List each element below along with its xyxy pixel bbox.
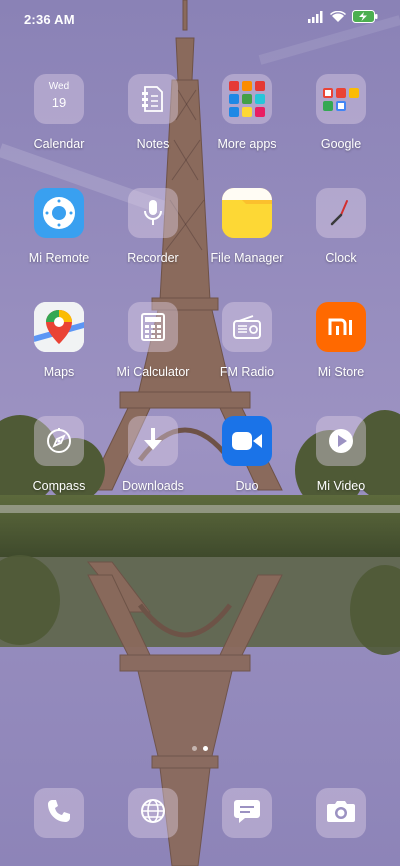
app-notes[interactable]: Notes [106,74,200,170]
app-label: More apps [217,137,277,151]
clock-icon [316,188,366,238]
message-icon [233,798,261,829]
globe-icon [140,798,166,829]
compass-icon [34,416,84,466]
remote-icon [34,188,84,238]
mi-logo-icon [316,302,366,352]
app-duo[interactable]: Duo [200,416,294,512]
app-mi-calculator[interactable]: Mi Calculator [106,302,200,398]
folder-icon [316,74,366,124]
dock-messages[interactable] [222,788,272,838]
app-label: Clock [325,251,357,265]
map-pin-icon [34,302,84,352]
app-label: Compass [32,479,86,493]
app-label: Mi Video [316,479,366,493]
calendar-day: Wed [48,81,70,92]
phone-icon [46,798,72,829]
app-label: Calendar [33,137,85,151]
app-label: Maps [43,365,75,379]
app-mi-remote[interactable]: Mi Remote [12,188,106,284]
folder-icon [222,188,272,238]
page-dot [192,746,197,751]
calculator-icon [128,302,178,352]
app-mi-store[interactable]: Mi Store [294,302,388,398]
app-label: Mi Calculator [116,365,190,379]
download-icon [128,416,178,466]
radio-icon [222,302,272,352]
app-fm-radio[interactable]: FM Radio [200,302,294,398]
app-label: Downloads [122,479,184,493]
app-folder-more-apps[interactable]: More apps [200,74,294,170]
app-label: Google [320,137,362,151]
play-icon [316,416,366,466]
app-recorder[interactable]: Recorder [106,188,200,284]
dock-phone[interactable] [34,788,84,838]
calendar-icon: Wed 19 [34,74,84,124]
app-label: Notes [136,137,170,151]
app-label: File Manager [210,251,284,265]
calendar-date: 19 [51,95,67,110]
page-indicator [192,746,208,751]
camera-icon [326,799,356,828]
app-label: Mi Remote [28,251,90,265]
app-mi-video[interactable]: Mi Video [294,416,388,512]
folder-icon [222,74,272,124]
app-file-manager[interactable]: File Manager [200,188,294,284]
status-time: 2:36 AM [24,11,75,27]
microphone-icon [128,188,178,238]
page-dot-active [203,746,208,751]
app-clock[interactable]: Clock [294,188,388,284]
app-downloads[interactable]: Downloads [106,416,200,512]
app-label: Duo [235,479,259,493]
notes-icon [128,74,178,124]
app-compass[interactable]: Compass [12,416,106,512]
status-bar: 2:36 AM [0,0,400,38]
signal-icon [308,10,324,28]
battery-charging-icon [352,10,378,28]
dock-camera[interactable] [316,788,366,838]
app-calendar[interactable]: Wed 19 Calendar [12,74,106,170]
video-camera-icon [222,416,272,466]
app-label: Recorder [127,251,179,265]
app-folder-google[interactable]: Google [294,74,388,170]
wifi-icon [329,10,347,28]
dock-browser[interactable] [128,788,178,838]
app-label: Mi Store [317,365,365,379]
app-maps[interactable]: Maps [12,302,106,398]
status-icons [308,10,378,28]
app-label: FM Radio [219,365,275,379]
